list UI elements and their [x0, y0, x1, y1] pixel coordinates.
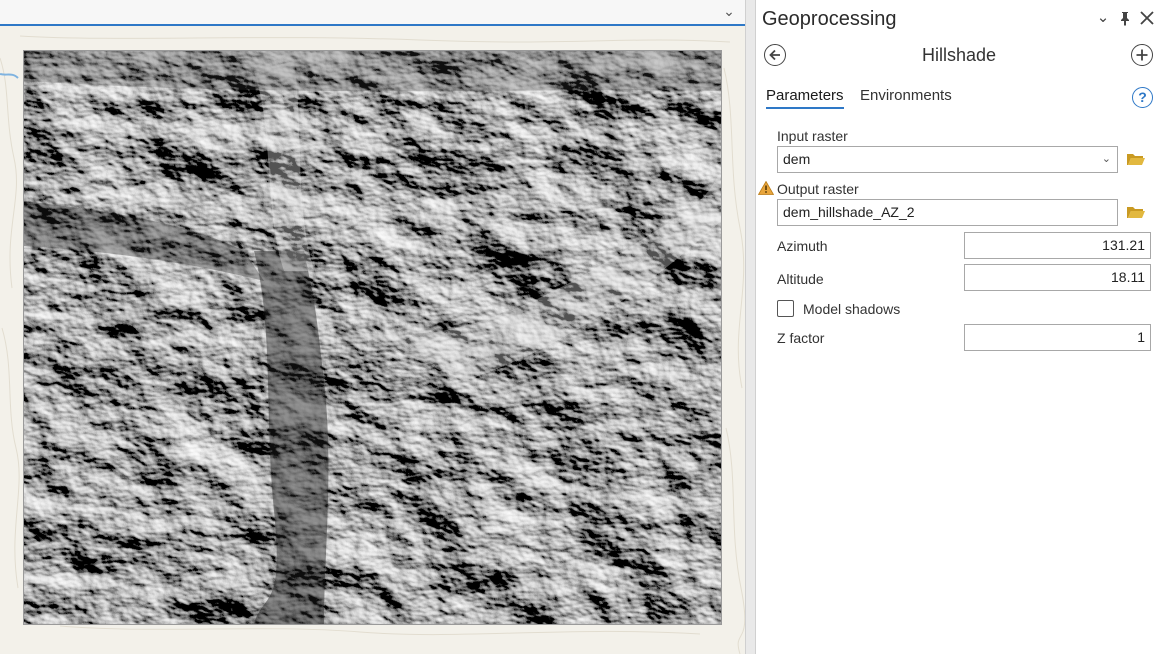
altitude-input[interactable]: 18.11	[964, 264, 1151, 291]
tool-title: Hillshade	[921, 45, 997, 65]
altitude-label: Altitude	[777, 271, 824, 287]
chevron-down-icon[interactable]: ⌄	[1094, 9, 1112, 27]
help-icon[interactable]: ?	[1132, 87, 1153, 108]
output-raster-label: Output raster	[777, 181, 859, 197]
chevron-down-icon[interactable]: ⌄	[721, 3, 737, 19]
input-raster-label: Input raster	[777, 128, 848, 144]
azimuth-input[interactable]: 131.21	[964, 232, 1151, 259]
model-shadows-checkbox[interactable]	[777, 300, 794, 317]
z-factor-label: Z factor	[777, 330, 825, 346]
input-raster-dropdown[interactable]: dem ⌄	[777, 146, 1118, 173]
tab-environments[interactable]: Environments	[860, 87, 952, 104]
output-raster-value: dem_hillshade_AZ_2	[783, 204, 915, 220]
map-view[interactable]: ⌄	[0, 0, 745, 654]
output-raster-input[interactable]: dem_hillshade_AZ_2	[777, 199, 1118, 226]
model-shadows-label[interactable]: Model shadows	[803, 301, 900, 317]
warning-icon	[757, 180, 775, 195]
pin-icon[interactable]	[1116, 9, 1134, 27]
pane-title: Geoprocessing	[762, 8, 897, 30]
geoprocessing-pane: Geoprocessing ⌄ Hillshade Parameters Env…	[756, 0, 1168, 654]
tab-parameters[interactable]: Parameters	[766, 87, 844, 109]
chevron-down-icon: ⌄	[1101, 153, 1111, 165]
folder-icon[interactable]	[1126, 204, 1146, 220]
azimuth-label: Azimuth	[777, 238, 828, 254]
input-raster-value: dem	[783, 151, 811, 167]
close-icon[interactable]	[1138, 9, 1156, 27]
hillshade-raster[interactable]	[23, 50, 722, 625]
add-icon[interactable]	[1131, 44, 1153, 66]
folder-icon[interactable]	[1126, 151, 1146, 167]
z-factor-input[interactable]: 1	[964, 324, 1151, 351]
map-view-tab-strip: ⌄	[0, 0, 745, 26]
pane-splitter[interactable]	[745, 0, 756, 654]
